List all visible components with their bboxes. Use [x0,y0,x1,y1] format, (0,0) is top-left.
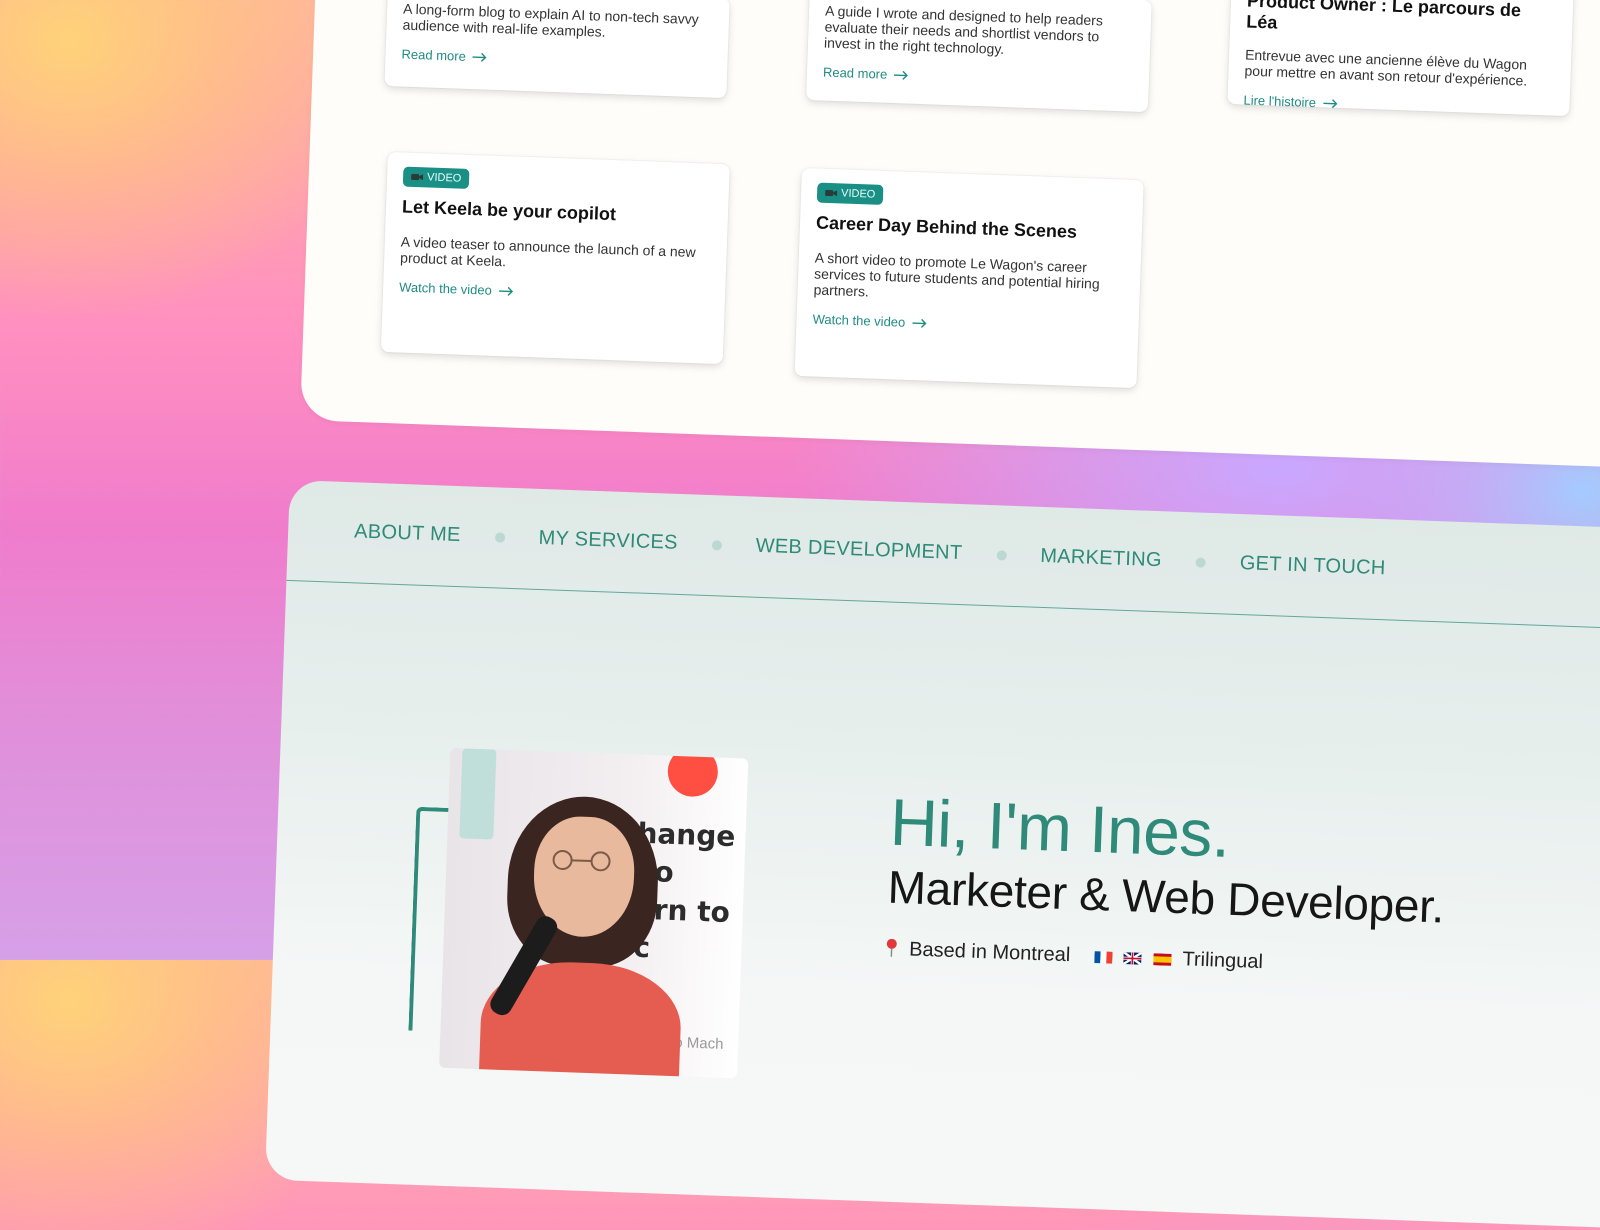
arrow-right-icon [498,286,513,296]
video-badge: VIDEO [816,182,884,205]
glasses-icon [552,849,611,872]
top-navigation: ABOUT ME MY SERVICES WEB DEVELOPMENT MAR… [354,520,1386,580]
watch-video-link[interactable]: Watch the video [399,279,514,298]
video-camera-icon [411,173,424,181]
hero-meta: Based in Montreal Trilingual [885,938,1263,974]
hero-greeting: Hi, I'm Ines. [888,784,1232,871]
nav-separator-dot [1195,556,1206,568]
location: Based in Montreal [885,938,1071,968]
link-label: Read more [401,46,467,64]
nav-divider [286,579,1600,632]
nav-separator-dot [711,539,722,550]
nav-web-development[interactable]: WEB DEVELOPMENT [755,535,962,565]
video-badge: VIDEO [402,166,470,189]
location-text: Based in Montreal [908,938,1071,967]
video-camera-icon [825,189,838,197]
read-more-link[interactable]: Read more [823,65,910,83]
card-description: A long-form blog to explain AI to non-te… [402,0,700,40]
nav-separator-dot [996,549,1007,561]
arrow-right-icon [472,52,487,62]
hero-section-panel: ABOUT ME MY SERVICES WEB DEVELOPMENT MAR… [264,480,1600,1230]
nav-get-in-touch[interactable]: GET IN TOUCH [1239,552,1386,580]
badge-label: VIDEO [426,171,462,185]
link-label: Read more [822,64,888,82]
link-label: Lire l'histoire [1243,92,1317,111]
card-title: Let Keela be your copilot [401,196,617,225]
background-figure [459,748,497,840]
profile-photo: hange yo arn to c to Mach [439,747,749,1079]
link-label: Watch the video [398,279,493,298]
card-description: A video teaser to announce the launch of… [399,233,696,270]
link-label: Watch the video [812,311,906,330]
blog-card-guide: A guide I wrote and designed to help rea… [805,0,1152,113]
read-more-link[interactable]: Read more [401,47,488,65]
card-title: Career Day Behind the Scenes [815,212,1078,242]
read-story-link[interactable]: Lire l'histoire [1243,92,1338,110]
arrow-right-icon [1323,98,1338,108]
flag-france-icon [1094,950,1113,964]
flag-uk-icon [1123,951,1142,965]
hero-role: Marketer & Web Developer. [886,860,1446,933]
nav-marketing[interactable]: MARKETING [1040,545,1162,572]
flag-spain-icon [1153,952,1172,966]
nav-about-me[interactable]: ABOUT ME [354,520,461,547]
card-description: Entrevue avec une ancienne élève du Wago… [1244,46,1528,89]
arrow-right-icon [894,70,909,80]
arrow-right-icon [912,318,927,328]
blog-card-ai: A long-form blog to explain AI to non-te… [384,0,730,99]
background-logo [666,747,719,798]
location-pin-icon [886,938,897,957]
nav-my-services[interactable]: MY SERVICES [538,527,678,555]
languages-text: Trilingual [1182,948,1264,974]
watch-video-link[interactable]: Watch the video [812,311,927,330]
story-card-lea: Product Owner : Le parcours de Léa Entre… [1227,0,1574,117]
card-title: Product Owner : Le parcours de Léa [1245,0,1522,33]
video-card-career-day: VIDEO Career Day Behind the Scenes A sho… [794,168,1144,389]
video-card-keela: VIDEO Let Keela be your copilot A video … [380,152,730,365]
badge-label: VIDEO [840,187,876,201]
nav-separator-dot [494,531,505,543]
card-description: A guide I wrote and designed to help rea… [823,2,1104,57]
card-description: A short video to promote Le Wagon's care… [813,249,1100,300]
